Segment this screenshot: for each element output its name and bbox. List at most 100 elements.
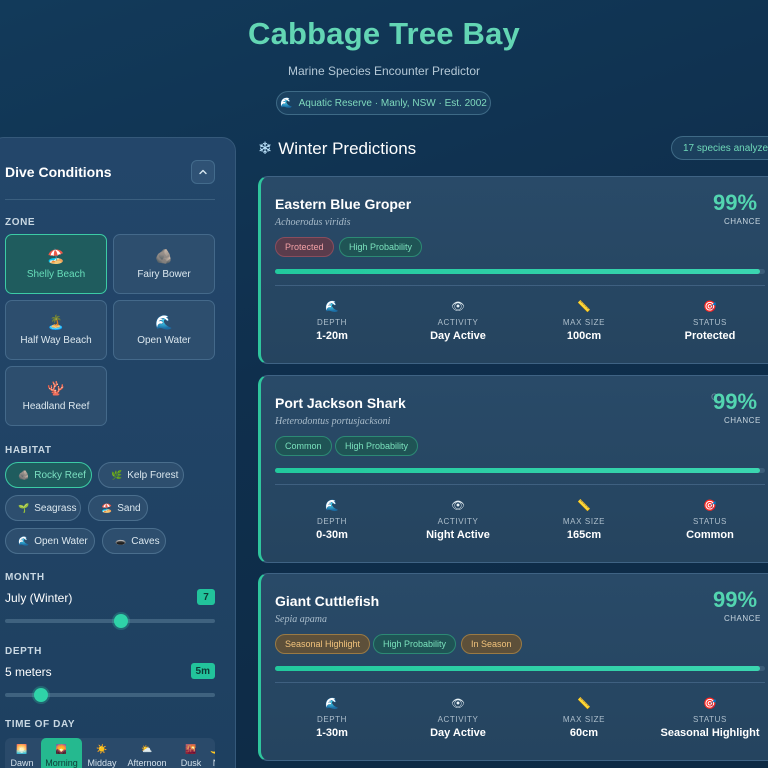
month-badge: 7 [197,589,215,605]
stat-value: 165cm [566,529,602,541]
stat-value: Protected [684,330,736,342]
stat-activity: 👁 ACTIVITY Day Active [395,697,521,739]
habitat-label: Open Water [34,535,88,547]
zone-label: Open Water [137,334,191,346]
zone-icon: 🌊 [155,313,173,330]
stat-max-size: 📏 MAX SIZE 165cm [521,499,647,541]
time-option[interactable]: ☀️ Midday [84,738,120,768]
time-option[interactable]: ⛅ Afternoon [122,738,172,768]
time-option[interactable]: 🌇 Dusk [174,738,208,768]
activity-eye-icon: 👁 [451,500,465,512]
time-label: Dawn [10,758,34,768]
habitat-icon: 🌱 [18,502,30,513]
season-title-text: Winter Predictions [278,139,417,158]
habitat-icon: 🏖️ [101,502,113,513]
wave-icon: 🌊 [280,97,293,109]
probability-percent: 99% [713,587,758,612]
depth-slider-thumb[interactable] [33,688,48,702]
stat-value: 100cm [566,330,602,342]
stat-label: STATUS [693,715,727,724]
probability-bar [275,269,765,274]
time-section-label: TIME OF DAY [5,719,76,730]
card-divider [275,484,765,485]
habitat-label: Rocky Reef [34,469,86,481]
habitat-icon: 🕳️ [115,535,127,546]
habitat-chip[interactable]: 🌱 Seagrass [5,495,81,521]
species-card[interactable]: Eastern Blue Groper Achoerodus viridis 99%… [258,176,768,364]
habitat-chip[interactable]: 🌿 Kelp Forest [98,462,184,488]
stat-status: 🎯 STATUS Seasonal Highlight [647,697,768,739]
page-subtitle: Marine Species Encounter Predictor [287,64,481,78]
species-tag: Seasonal Highlight [275,634,371,654]
page-title: Cabbage Tree Bay [248,16,520,51]
stat-label: STATUS [693,318,727,327]
habitat-chip[interactable]: 🌊 Open Water [5,528,95,554]
stat-value: 1-20m [316,330,348,342]
stat-value: Day Active [430,727,486,739]
depth-wave-icon: 🌊 [325,301,339,313]
panel-title: Dive Conditions [5,164,112,180]
scientific-name: Sepia apama [275,614,327,625]
month-slider[interactable] [5,619,215,623]
stat-label: MAX SIZE [562,318,606,327]
habitat-chip[interactable]: 🏖️ Sand [88,495,148,521]
time-icon: ☀️ [96,744,108,754]
chance-label: CHANCE [724,217,761,226]
depth-section-label: DEPTH [5,646,42,657]
stat-label: MAX SIZE [562,715,606,724]
time-option[interactable]: 🌅 Dawn [5,738,39,768]
zone-option[interactable]: 🪨 Fairy Bower [113,234,215,294]
probability-bar [275,468,765,473]
reserve-info-text: Aquatic Reserve · Manly, NSW · Est. 2002 [298,97,487,109]
stat-depth: 🌊 DEPTH 1-20m [269,300,395,342]
zone-option[interactable]: 🪸 Headland Reef [5,366,107,426]
habitat-label: Kelp Forest [127,469,179,481]
zone-option[interactable]: 🌊 Open Water [113,300,215,360]
habitat-icon: 🪨 [18,469,30,480]
habitat-icon: 🌊 [18,535,30,546]
species-tag: High Probability [335,436,419,456]
zone-option[interactable]: 🏖️ Shelly Beach [5,234,107,294]
habitat-label: Caves [131,535,160,547]
time-option[interactable]: 🌄 Morning [41,738,82,768]
time-icon: ⛅ [141,744,153,754]
stat-activity: 👁 ACTIVITY Day Active [395,300,521,342]
species-name: Port Jackson Shark [275,395,406,411]
species-tag: In Season [461,634,522,654]
habitat-chip[interactable]: 🪨 Rocky Reef [5,462,92,488]
zone-option[interactable]: 🏝️ Half Way Beach [5,300,107,360]
stat-value: Seasonal Highlight [660,727,760,739]
species-card[interactable]: Giant Cuttlefish Sepia apama 99% CHANCE Seas… [258,573,768,761]
species-tag: High Probability [373,634,457,654]
stat-depth: 🌊 DEPTH 0-30m [269,499,395,541]
stat-depth: 🌊 DEPTH 1-30m [269,697,395,739]
activity-eye-icon: 👁 [451,698,465,710]
probability-bar-fill [275,468,761,473]
habitat-chip[interactable]: 🕳️ Caves [102,528,166,554]
habitat-section-label: HABITAT [5,445,52,456]
collapse-panel-button[interactable] [191,160,215,184]
month-slider-thumb[interactable] [113,614,128,628]
time-icon: 🌙 [210,744,215,755]
species-tag: Protected [275,237,334,257]
stat-label: ACTIVITY [437,715,479,724]
target-icon: 🎯 [703,500,717,512]
ruler-icon: 📏 [577,698,591,710]
reserve-info-pill: 🌊 Aquatic Reserve · Manly, NSW · Est. 20… [276,91,491,115]
zone-label: Shelly Beach [26,268,86,280]
species-card[interactable]: C Port Jackson Shark Heterodontus portusja… [258,375,768,563]
depth-value: 5 meters [5,665,52,679]
time-icon: 🌅 [16,744,28,754]
time-label: N [213,758,215,768]
month-section-label: MONTH [5,572,45,583]
chevron-up-icon [199,169,207,175]
stat-label: ACTIVITY [437,517,479,526]
zone-section-label: ZONE [5,217,36,228]
snowflake-icon: ❄ [258,139,273,158]
time-option[interactable]: 🌙N [209,738,215,768]
species-tag: High Probability [339,237,423,257]
zone-icon: 🪸 [47,379,65,396]
time-icon: 🌄 [55,744,68,754]
panel-header: Dive Conditions [5,160,215,184]
stat-value: 60cm [569,727,599,739]
